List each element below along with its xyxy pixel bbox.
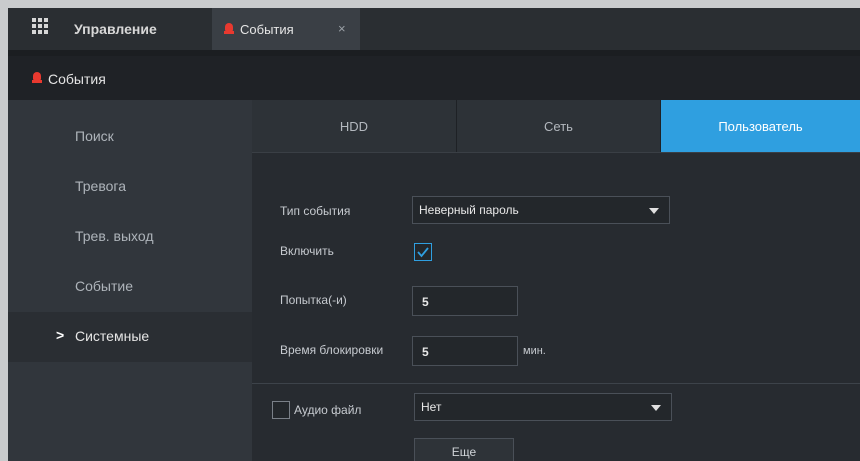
top-tab-bar: Управление События × [8,8,860,50]
enable-checkbox[interactable] [414,243,432,261]
sidebar-item-label: Трев. выход [75,228,154,244]
tab-management[interactable]: Управление [8,8,206,50]
sub-tabs: HDD Сеть Пользователь [252,100,860,153]
attempts-input[interactable]: 5 [412,286,518,316]
lock-time-input[interactable]: 5 [412,336,518,366]
more-button[interactable]: Еще [414,438,514,461]
app-window: Управление События × События Поиск Трево… [8,8,860,461]
page-title: События [48,71,106,87]
attempts-label: Попытка(-и) [280,293,347,307]
sidebar-item-search[interactable]: Поиск [8,112,252,162]
grid-icon [32,18,50,36]
tab-user[interactable]: Пользователь [660,100,860,152]
main-content: HDD Сеть Пользователь Тип события Неверн… [252,100,860,461]
event-type-value: Неверный пароль [419,203,519,217]
sidebar-item-label: Тревога [75,178,126,194]
sidebar: Поиск Тревога Трев. выход Событие > Сист… [8,100,252,461]
event-type-label: Тип события [280,204,351,218]
lock-time-unit: мин. [523,345,546,357]
audio-select[interactable]: Нет [414,393,672,421]
chevron-down-icon [649,208,659,214]
chevron-right-icon: > [56,327,65,343]
alarm-bell-icon [224,23,234,35]
sidebar-item-label: Поиск [75,128,114,144]
attempts-value: 5 [422,295,429,309]
tab-network[interactable]: Сеть [456,100,660,152]
enable-label: Включить [280,244,334,258]
tab-management-label: Управление [74,21,157,37]
sidebar-item-label: Системные [75,328,150,344]
audio-value: Нет [421,400,442,414]
audio-label: Аудио файл [294,403,362,417]
tab-events-label: События [240,22,294,37]
lock-time-label: Время блокировки [280,343,384,357]
sidebar-item-alarm-output[interactable]: Трев. выход [8,212,252,262]
section-divider [252,383,860,384]
tab-hdd[interactable]: HDD [252,100,456,152]
sidebar-item-event[interactable]: Событие [8,262,252,312]
chevron-down-icon [651,405,661,411]
alarm-bell-icon [32,72,42,84]
audio-checkbox[interactable] [272,401,290,419]
checkmark-icon [417,247,429,258]
sidebar-item-label: Событие [75,278,133,294]
sidebar-item-system[interactable]: > Системные [8,312,252,362]
tab-events[interactable]: События × [212,8,360,50]
lock-time-value: 5 [422,345,429,359]
sidebar-item-alarm[interactable]: Тревога [8,162,252,212]
close-icon[interactable]: × [338,21,346,36]
page-header: События [8,56,860,100]
event-type-select[interactable]: Неверный пароль [412,196,670,224]
